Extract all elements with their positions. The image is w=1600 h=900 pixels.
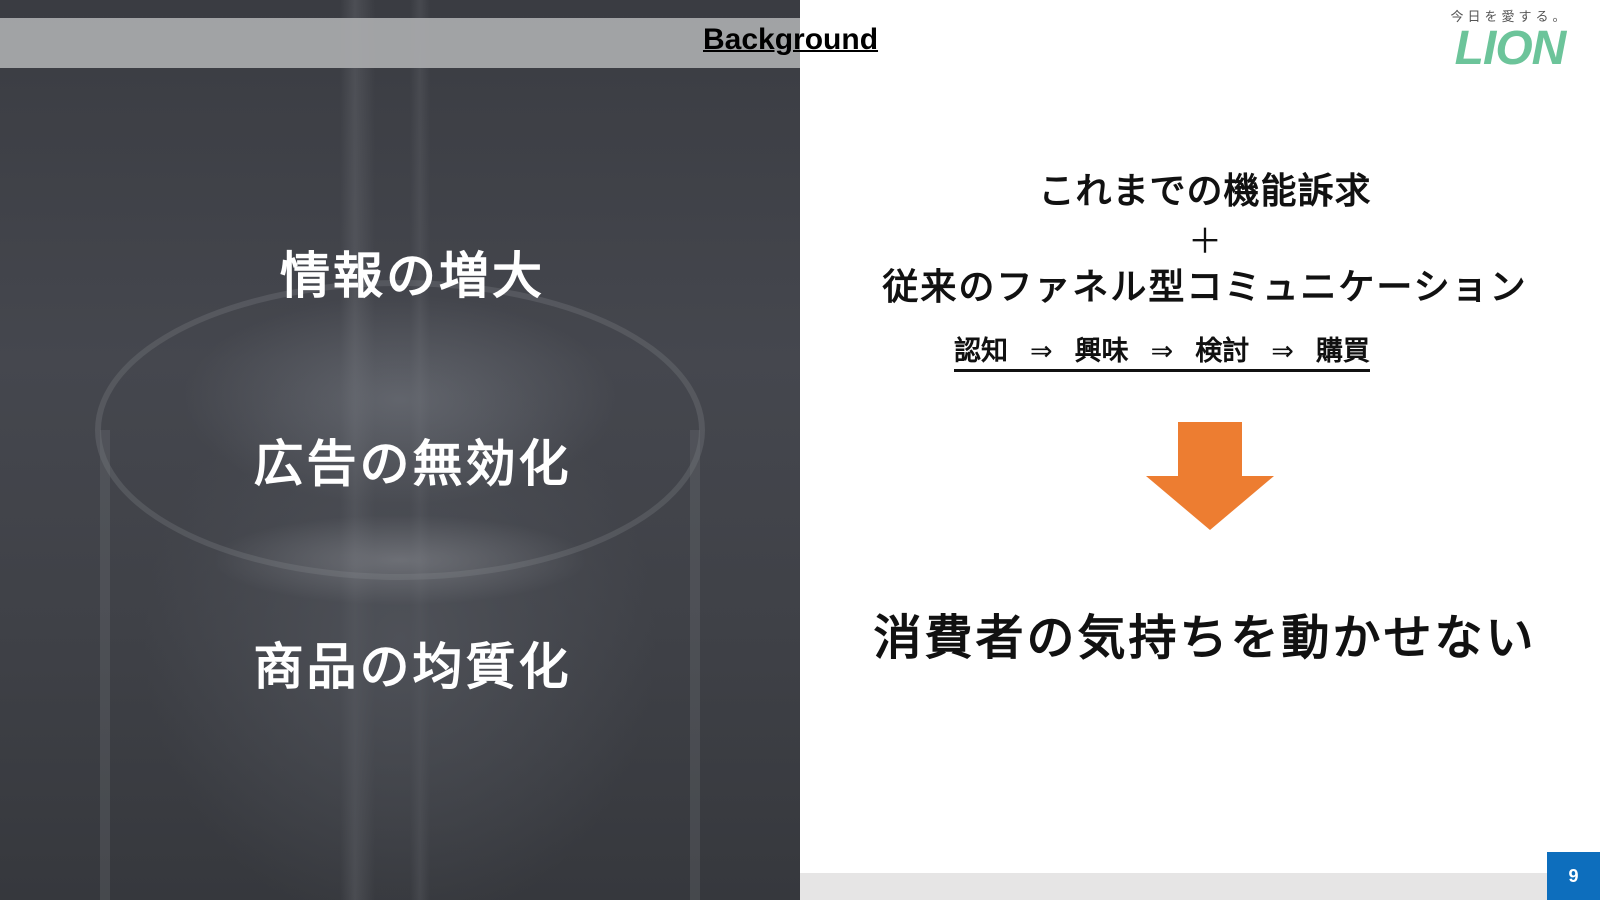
header-band	[0, 18, 800, 68]
down-arrow-icon	[1146, 422, 1274, 530]
funnel-step-consideration: 検討	[1195, 336, 1250, 367]
funnel-step-interest: 興味	[1074, 336, 1129, 367]
funnel-communication: 従来のファネル型コミュニケーション	[882, 267, 1528, 308]
funnel-arrow-icon: ⇒	[1030, 336, 1053, 367]
slide-title: Background	[703, 23, 879, 56]
left-item-ad-ineffectiveness: 広告の無効化	[253, 435, 572, 493]
funnel-step-purchase: 購買	[1315, 336, 1370, 367]
logo-wordmark: LION	[1454, 22, 1567, 75]
plus-sign: ＋	[1188, 222, 1222, 262]
left-item-information-increase: 情報の増大	[280, 247, 545, 305]
page-number-badge: 9	[1547, 852, 1600, 900]
left-item-product-commoditization: 商品の均質化	[253, 638, 572, 696]
funnel-steps: 認知 ⇒ 興味 ⇒ 検討 ⇒ 購買	[954, 335, 1370, 372]
page-number: 9	[1568, 865, 1579, 886]
conclusion-text: 消費者の気持ちを動かせない	[873, 610, 1537, 666]
footer-bar	[800, 873, 1600, 900]
lion-logo: 今日を愛する。 LION	[1445, 10, 1575, 80]
funnel-arrow-icon: ⇒	[1150, 336, 1174, 367]
conventional-function-appeal: これまでの機能訴求	[1038, 171, 1372, 212]
down-arrow-shape	[1146, 422, 1274, 530]
funnel-arrow-icon: ⇒	[1271, 336, 1294, 367]
funnel-step-awareness: 認知	[954, 336, 1008, 367]
